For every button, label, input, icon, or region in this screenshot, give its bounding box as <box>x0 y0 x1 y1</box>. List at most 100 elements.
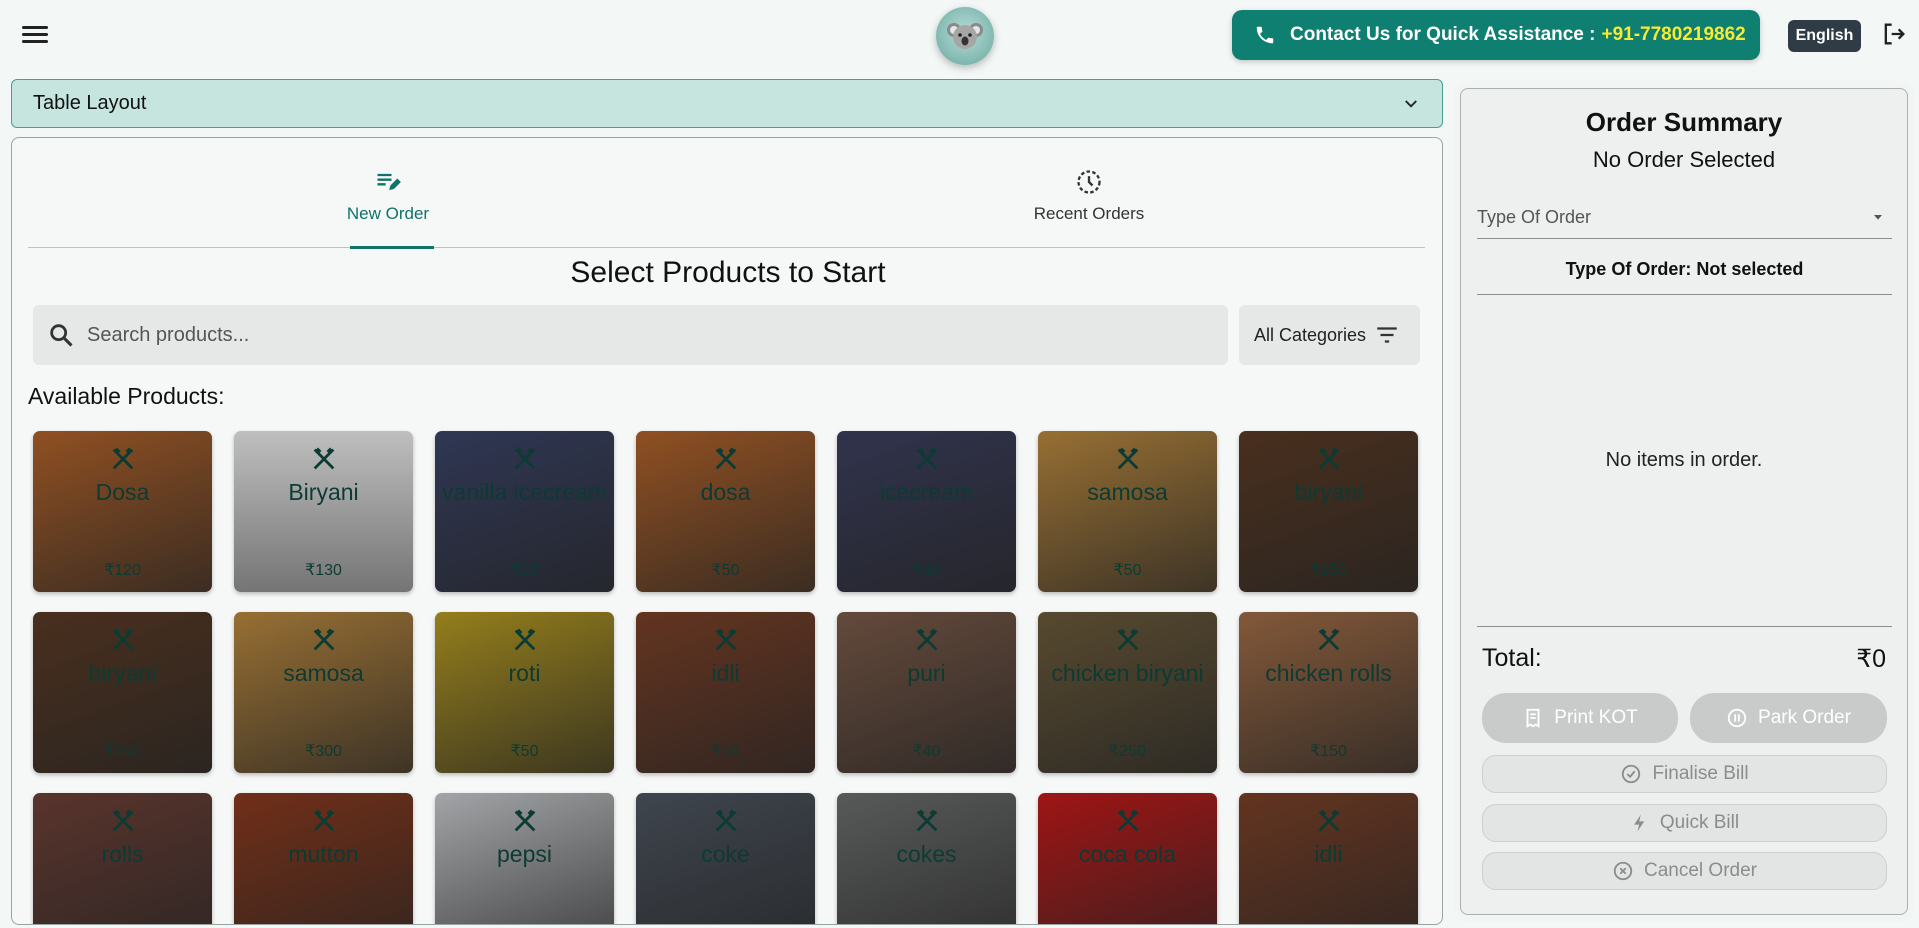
order-type-select[interactable]: Type Of Order <box>1477 199 1892 239</box>
finalise-bill-button[interactable]: Finalise Bill <box>1482 755 1887 793</box>
product-name: cokes <box>896 841 957 867</box>
product-name: puri <box>907 660 946 686</box>
table-layout-accordion[interactable]: Table Layout <box>11 79 1443 128</box>
product-card[interactable]: chicken biryani ₹250 <box>1038 612 1217 773</box>
filter-icon <box>1377 327 1397 343</box>
utensils-icon <box>1318 628 1340 651</box>
print-kot-button[interactable]: Print KOT <box>1482 693 1678 743</box>
product-price: ₹50 <box>510 743 539 760</box>
utensils-icon <box>112 628 134 651</box>
language-button[interactable]: English <box>1788 20 1861 52</box>
product-price: ₹25 <box>510 562 539 579</box>
empty-order-message: No items in order. <box>1605 449 1763 471</box>
product-name: vanilla icecream <box>442 479 607 505</box>
category-filter-button[interactable]: All Categories <box>1239 305 1420 365</box>
print-kot-label: Print KOT <box>1554 707 1638 728</box>
product-price: ₹250 <box>1109 743 1146 760</box>
product-card[interactable]: idli <box>1239 793 1418 924</box>
product-card[interactable]: Biryani ₹130 <box>234 431 413 592</box>
park-order-label: Park Order <box>1758 707 1851 728</box>
product-card[interactable]: icecream ₹40 <box>837 431 1016 592</box>
category-filter-label: All Categories <box>1254 324 1367 345</box>
search-bar <box>33 305 1228 365</box>
product-card[interactable]: coca cola <box>1038 793 1217 924</box>
utensils-icon <box>514 628 536 651</box>
product-name: Biryani <box>288 479 359 505</box>
product-price: ₹50 <box>1113 562 1142 579</box>
product-grid: Dosa ₹120 Biryani ₹130 vanilla icecream ₹25 do… <box>33 431 1433 924</box>
total-label: Total: <box>1482 644 1542 672</box>
product-name: icecream <box>879 479 974 505</box>
product-card[interactable]: samosa ₹300 <box>234 612 413 773</box>
check-circle-icon <box>1622 764 1641 784</box>
product-card[interactable]: biryani ₹150 <box>33 612 212 773</box>
product-card[interactable]: idli ₹50 <box>636 612 815 773</box>
product-card[interactable]: cokes <box>837 793 1016 924</box>
utensils-icon <box>1117 628 1139 651</box>
divider <box>1477 626 1892 627</box>
product-card[interactable]: biryani ₹150 <box>1239 431 1418 592</box>
pause-circle-icon <box>1727 708 1747 728</box>
product-name: samosa <box>1087 479 1168 505</box>
contact-assistance-button[interactable]: Contact Us for Quick Assistance : +91-77… <box>1232 10 1760 60</box>
product-price: ₹150 <box>1310 562 1347 579</box>
tab-recent-orders[interactable]: Recent Orders <box>999 168 1179 248</box>
product-card[interactable]: pepsi <box>435 793 614 924</box>
utensils-icon <box>715 809 737 832</box>
product-card[interactable]: samosa ₹50 <box>1038 431 1217 592</box>
product-card[interactable]: rolls <box>33 793 212 924</box>
product-name: idli <box>1314 841 1343 867</box>
tab-label: Recent Orders <box>1033 204 1145 223</box>
tab-new-order[interactable]: New Order <box>298 168 478 249</box>
product-price: ₹50 <box>711 743 740 760</box>
product-name: pepsi <box>497 841 552 867</box>
product-card[interactable]: chicken rolls ₹150 <box>1239 612 1418 773</box>
product-name: biryani <box>88 660 157 686</box>
product-price: ₹130 <box>305 562 342 579</box>
total-value: ₹0 <box>1856 645 1886 673</box>
utensils-icon <box>715 628 737 651</box>
quick-bill-button[interactable]: Quick Bill <box>1482 804 1887 842</box>
divider <box>1477 294 1892 295</box>
table-layout-label: Table Layout <box>33 92 147 114</box>
product-card[interactable]: Dosa ₹120 <box>33 431 212 592</box>
product-name: chicken rolls <box>1265 660 1392 686</box>
search-icon <box>50 324 73 347</box>
product-card[interactable]: puri ₹40 <box>837 612 1016 773</box>
order-tabs: New Order Recent Orders <box>28 138 1425 249</box>
product-card[interactable]: vanilla icecream ₹25 <box>435 431 614 592</box>
product-name: rolls <box>101 841 144 867</box>
product-name: coke <box>701 841 750 867</box>
product-card[interactable]: mutton <box>234 793 413 924</box>
utensils-icon <box>313 809 335 832</box>
tab-label: New Order <box>346 204 430 223</box>
logout-icon[interactable] <box>1880 20 1910 50</box>
product-card[interactable]: coke <box>636 793 815 924</box>
utensils-icon <box>112 809 134 832</box>
product-name: mutton <box>288 841 359 867</box>
top-bar: Contact Us for Quick Assistance : +91-77… <box>0 0 1919 72</box>
edit-note-icon <box>377 173 401 191</box>
product-name: chicken biryani <box>1051 660 1204 686</box>
caret-down-icon <box>1874 215 1882 220</box>
product-name: roti <box>508 660 541 686</box>
utensils-icon <box>1117 447 1139 470</box>
menu-icon[interactable] <box>20 22 50 48</box>
product-card[interactable]: roti ₹50 <box>435 612 614 773</box>
utensils-icon <box>313 628 335 651</box>
product-price: ₹150 <box>104 743 141 760</box>
product-name: dosa <box>700 479 751 505</box>
finalise-bill-label: Finalise Bill <box>1652 763 1749 784</box>
cancel-order-button[interactable]: Cancel Order <box>1482 852 1887 890</box>
search-input[interactable] <box>87 323 1187 347</box>
product-name: Dosa <box>95 479 150 505</box>
utensils-icon <box>916 447 938 470</box>
main-panel: New Order Recent Orders Select Products … <box>11 137 1443 925</box>
contact-label: Contact Us for Quick Assistance : <box>1290 24 1596 45</box>
app-logo <box>936 7 994 65</box>
utensils-icon <box>916 628 938 651</box>
product-name: idli <box>711 660 740 686</box>
park-order-button[interactable]: Park Order <box>1690 693 1887 743</box>
product-card[interactable]: dosa ₹50 <box>636 431 815 592</box>
product-price: ₹40 <box>912 743 941 760</box>
